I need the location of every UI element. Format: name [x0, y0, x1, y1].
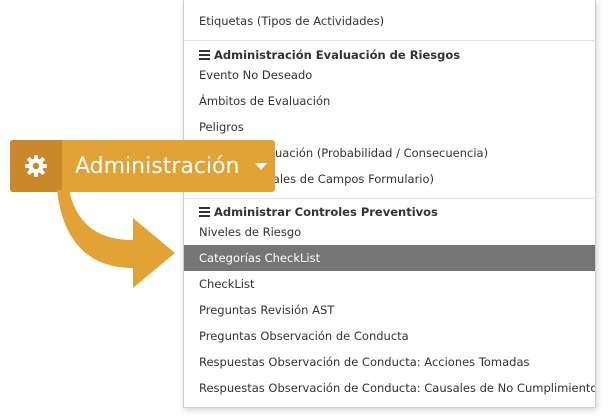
- list-icon: [199, 207, 210, 217]
- menu-item-respuestas-causales[interactable]: Respuestas Observación de Conducta: Caus…: [184, 375, 595, 401]
- administracion-label: Administración: [75, 153, 240, 179]
- menu-item-preguntas-observacion[interactable]: Preguntas Observación de Conducta: [184, 323, 595, 349]
- administration-dropdown-menu: Etiquetas (Tipos de Actividades) Adminis…: [183, 0, 596, 408]
- pointer-arrow-icon: [57, 190, 175, 288]
- caret-down-icon: [247, 140, 275, 192]
- menu-item-preguntas-revision-ast[interactable]: Preguntas Revisión AST: [184, 297, 595, 323]
- menu-divider: [184, 40, 595, 41]
- menu-item-niveles-riesgo[interactable]: Niveles de Riesgo: [184, 219, 595, 245]
- administracion-button[interactable]: Administración: [10, 140, 275, 192]
- menu-item-etiquetas[interactable]: Etiquetas (Tipos de Actividades): [184, 8, 595, 34]
- list-icon: [199, 50, 210, 60]
- gear-icon-box: [10, 140, 62, 192]
- menu-item-checklist[interactable]: CheckList: [184, 271, 595, 297]
- menu-item-peligros[interactable]: Peligros: [184, 114, 595, 140]
- menu-item-evento-no-deseado[interactable]: Evento No Deseado: [184, 62, 595, 88]
- menu-item-respuestas-acciones[interactable]: Respuestas Observación de Conducta: Acci…: [184, 349, 595, 375]
- menu-item-categorias-checklist[interactable]: Categorías CheckList: [184, 245, 595, 271]
- menu-item-ambitos-evaluacion[interactable]: Ámbitos de Evaluación: [184, 88, 595, 114]
- gear-icon: [25, 155, 47, 177]
